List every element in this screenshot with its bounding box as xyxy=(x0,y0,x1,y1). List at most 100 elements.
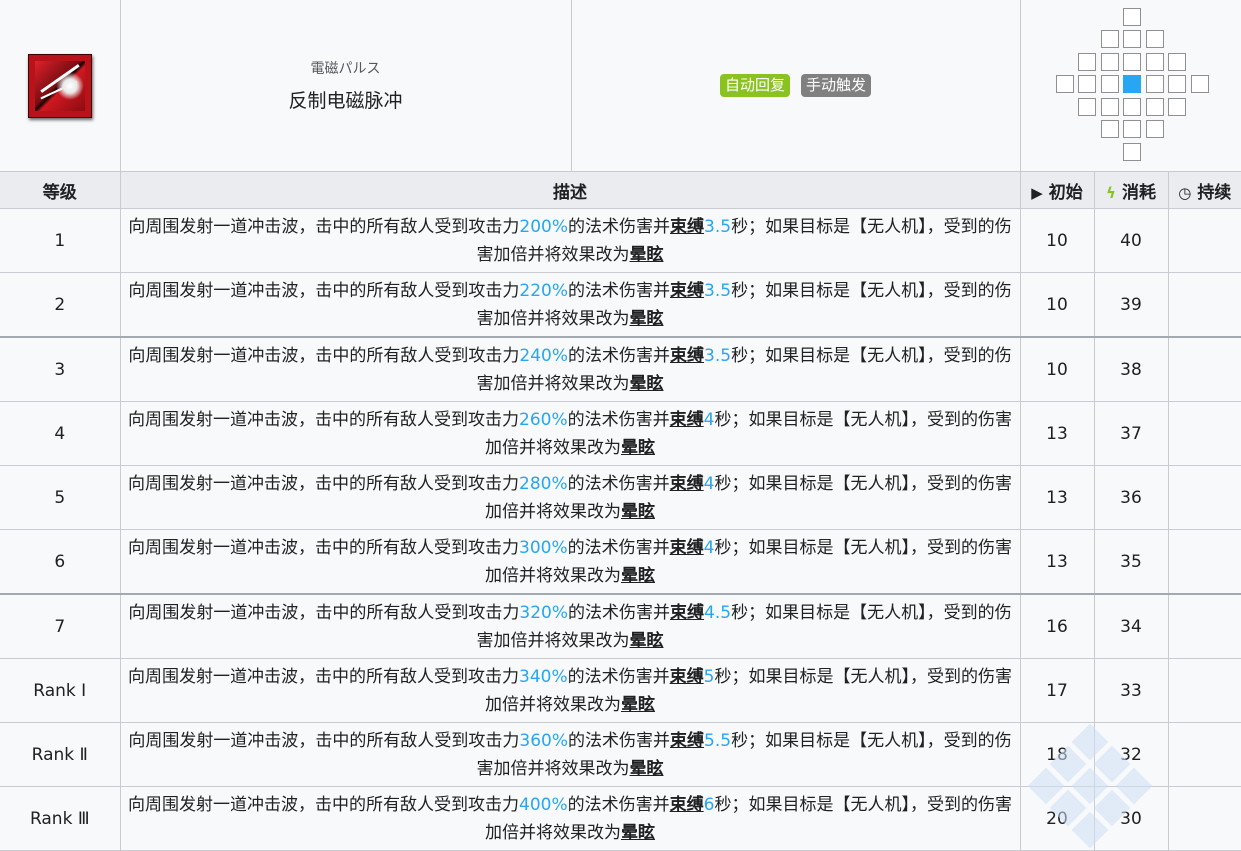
level-row: 2 向周围发射一道冲击波，击中的所有敌人受到攻击力220%的法术伤害并束缚3.5秒… xyxy=(0,272,1241,338)
duration-cell xyxy=(1167,465,1241,530)
range-cell xyxy=(1168,97,1187,116)
duration-cell xyxy=(1167,529,1241,595)
level-cell: Rank Ⅲ xyxy=(0,786,121,851)
electromagnetic-pulse-icon[interactable] xyxy=(27,53,92,118)
stun-term-link[interactable]: 晕眩 xyxy=(621,695,655,715)
desc-text: 向周围发射一道冲击波，击中的所有敌人受到攻击力 xyxy=(128,280,520,301)
duration-cell xyxy=(1167,658,1241,723)
level-row: 3 向周围发射一道冲击波，击中的所有敌人受到攻击力240%的法术伤害并束缚3.5秒… xyxy=(0,336,1241,402)
range-cell xyxy=(1055,75,1074,93)
desc-text: 的法术伤害并 xyxy=(568,730,671,751)
bind-seconds: 4 xyxy=(703,537,715,558)
desc-text: 的法术伤害并 xyxy=(567,473,670,494)
level-row: Rank Ⅰ 向周围发射一道冲击波，击中的所有敌人受到攻击力340%的法术伤害并束… xyxy=(0,658,1241,723)
initial-sp-cell: 13 xyxy=(1019,529,1095,595)
stun-term-link[interactable]: 晕眩 xyxy=(621,502,655,522)
stun-term-link[interactable]: 晕眩 xyxy=(630,759,664,779)
bind-term-link[interactable]: 束缚 xyxy=(670,795,704,815)
bind-term-link[interactable]: 束缚 xyxy=(670,603,704,623)
bind-term-link[interactable]: 束缚 xyxy=(670,346,704,366)
range-cell xyxy=(1145,30,1164,48)
range-cell xyxy=(1145,120,1164,138)
header-cost: ϟ 消耗 xyxy=(1093,171,1169,209)
range-cell xyxy=(1123,142,1142,161)
duration-cell xyxy=(1167,786,1241,851)
level-row: 4 向周围发射一道冲击波，击中的所有敌人受到攻击力260%的法术伤害并束缚4秒；如… xyxy=(0,401,1241,466)
header-initial-label: 初始 xyxy=(1048,182,1083,203)
bind-term-link[interactable]: 束缚 xyxy=(670,667,704,687)
range-cell xyxy=(1145,75,1164,93)
header-level: 等级 xyxy=(0,171,121,209)
description-cell: 向周围发射一道冲击波，击中的所有敌人受到攻击力320%的法术伤害并束缚4.5秒；… xyxy=(119,593,1021,659)
bind-term-link[interactable]: 束缚 xyxy=(670,731,704,751)
description-cell: 向周围发射一道冲击波，击中的所有敌人受到攻击力200%的法术伤害并束缚3.5秒；… xyxy=(119,208,1021,273)
damage-value: 360% xyxy=(519,730,569,751)
range-cell xyxy=(1123,97,1142,116)
initial-sp-cell: 20 xyxy=(1019,786,1095,851)
lightning-icon: ϟ xyxy=(1106,183,1116,202)
stun-term-link[interactable]: 晕眩 xyxy=(630,631,664,651)
level-row: 6 向周围发射一道冲击波，击中的所有敌人受到攻击力300%的法术伤害并束缚4秒；如… xyxy=(0,529,1241,595)
range-cell xyxy=(1100,75,1119,93)
bind-term-link[interactable]: 束缚 xyxy=(670,474,704,494)
cost-sp-cell: 30 xyxy=(1093,786,1169,851)
recovery-tag: 自动回复 xyxy=(719,74,790,97)
bind-seconds: 4 xyxy=(703,409,715,430)
desc-text: 向周围发射一道冲击波，击中的所有敌人受到攻击力 xyxy=(128,409,520,430)
damage-value: 220% xyxy=(519,280,569,301)
description-cell: 向周围发射一道冲击波，击中的所有敌人受到攻击力340%的法术伤害并束缚5秒；如果… xyxy=(119,658,1021,723)
damage-value: 200% xyxy=(519,216,569,237)
desc-text: 的法术伤害并 xyxy=(567,666,670,687)
cost-sp-cell: 38 xyxy=(1093,336,1169,402)
range-cell xyxy=(1078,75,1097,93)
duration-cell xyxy=(1167,272,1241,338)
damage-value: 300% xyxy=(519,537,568,558)
damage-value: 340% xyxy=(519,666,568,687)
bind-seconds: 4.5 xyxy=(704,602,732,623)
stun-term-link[interactable]: 晕眩 xyxy=(630,245,664,265)
range-cell xyxy=(1123,120,1142,138)
bind-term-link[interactable]: 束缚 xyxy=(670,538,704,558)
skill-name-cell: 電磁パルス 反制电磁脉冲 xyxy=(119,0,572,172)
desc-text: 的法术伤害并 xyxy=(567,409,670,430)
stun-term-link[interactable]: 晕眩 xyxy=(621,566,655,586)
initial-sp-cell: 10 xyxy=(1019,336,1095,402)
play-icon: ▶ xyxy=(1031,183,1043,202)
bind-term-link[interactable]: 束缚 xyxy=(670,217,704,237)
desc-text: 的法术伤害并 xyxy=(568,602,671,623)
description-cell: 向周围发射一道冲击波，击中的所有敌人受到攻击力280%的法术伤害并束缚4秒；如果… xyxy=(119,465,1021,530)
duration-cell xyxy=(1167,208,1241,273)
description-cell: 向周围发射一道冲击波，击中的所有敌人受到攻击力260%的法术伤害并束缚4秒；如果… xyxy=(119,401,1021,466)
cost-sp-cell: 35 xyxy=(1093,529,1169,595)
cost-sp-cell: 34 xyxy=(1093,593,1169,659)
stun-term-link[interactable]: 晕眩 xyxy=(621,823,655,843)
initial-sp-cell: 10 xyxy=(1019,208,1095,273)
stun-term-link[interactable]: 晕眩 xyxy=(630,374,664,394)
level-cell: 7 xyxy=(0,593,121,659)
desc-text: 向周围发射一道冲击波，击中的所有敌人受到攻击力 xyxy=(128,473,520,494)
damage-value: 240% xyxy=(519,345,569,366)
desc-text: 向周围发射一道冲击波，击中的所有敌人受到攻击力 xyxy=(128,216,520,237)
header-initial: ▶ 初始 xyxy=(1019,171,1095,209)
skill-tags-cell: 自动回复 手动触发 xyxy=(570,0,1021,172)
level-row: Rank Ⅱ 向周围发射一道冲击波，击中的所有敌人受到攻击力360%的法术伤害并束… xyxy=(0,722,1241,787)
level-cell: 1 xyxy=(0,208,121,273)
level-cell: 2 xyxy=(0,272,121,338)
initial-sp-cell: 16 xyxy=(1019,593,1095,659)
initial-sp-cell: 13 xyxy=(1019,401,1095,466)
description-cell: 向周围发射一道冲击波，击中的所有敌人受到攻击力400%的法术伤害并束缚6秒；如果… xyxy=(119,786,1021,851)
range-self-cell xyxy=(1123,75,1142,93)
description-cell: 向周围发射一道冲击波，击中的所有敌人受到攻击力300%的法术伤害并束缚4秒；如果… xyxy=(119,529,1021,595)
stun-term-link[interactable]: 晕眩 xyxy=(630,309,664,329)
level-row: 5 向周围发射一道冲击波，击中的所有敌人受到攻击力280%的法术伤害并束缚4秒；如… xyxy=(0,465,1241,530)
skill-name-cn: 反制电磁脉冲 xyxy=(288,90,403,112)
desc-text: 的法术伤害并 xyxy=(567,537,670,558)
range-cell xyxy=(1190,75,1209,93)
level-row: Rank Ⅲ 向周围发射一道冲击波，击中的所有敌人受到攻击力400%的法术伤害并束… xyxy=(0,786,1241,851)
desc-text: 的法术伤害并 xyxy=(568,216,671,237)
bind-term-link[interactable]: 束缚 xyxy=(670,281,704,301)
stun-term-link[interactable]: 晕眩 xyxy=(621,438,655,458)
range-cell xyxy=(1078,97,1097,116)
level-row: 7 向周围发射一道冲击波，击中的所有敌人受到攻击力320%的法术伤害并束缚4.5秒… xyxy=(0,593,1241,659)
bind-term-link[interactable]: 束缚 xyxy=(670,410,704,430)
